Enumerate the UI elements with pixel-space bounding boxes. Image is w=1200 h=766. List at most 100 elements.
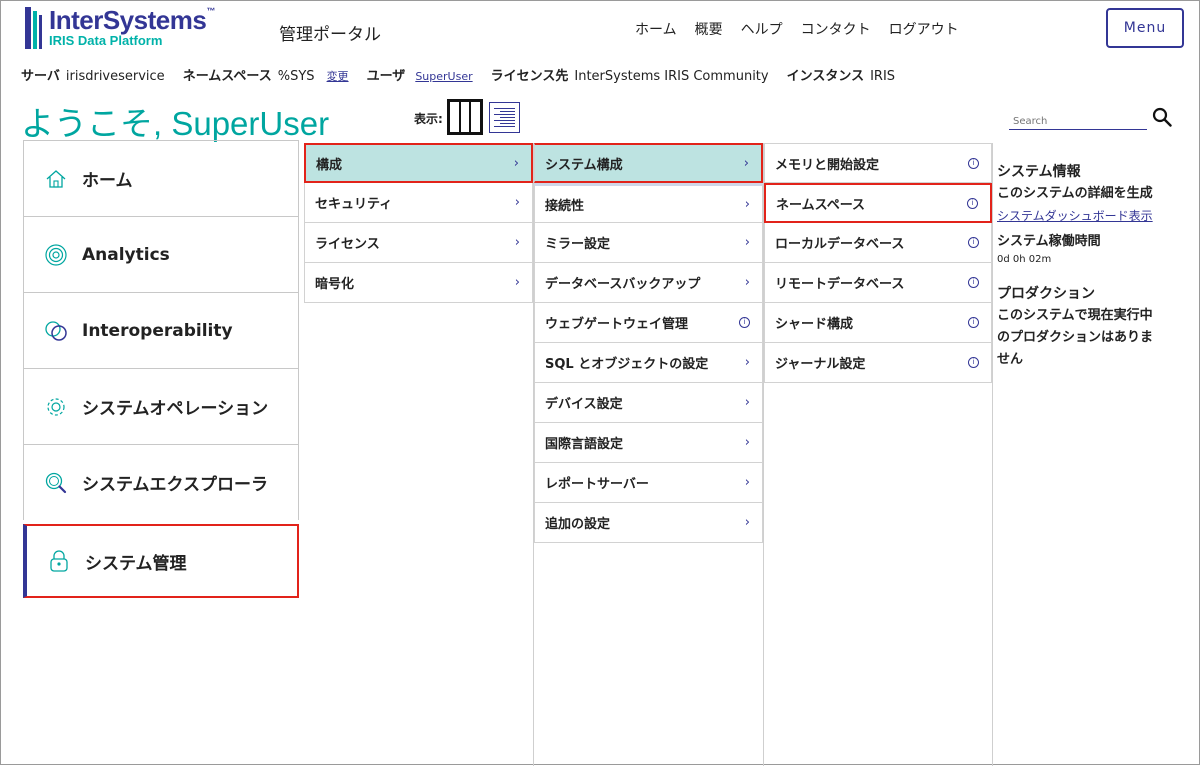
menu-item-mirror-settings[interactable]: ミラー設定 ›: [534, 223, 763, 263]
chevron-right-icon: ›: [744, 435, 750, 450]
info-icon: i: [968, 157, 979, 169]
uptime-title: システム稼働時間: [997, 234, 1101, 249]
leftnav-item-system-operation[interactable]: システムオペレーション: [23, 368, 299, 444]
logo-name: InterSystems: [49, 5, 207, 35]
server-value: irisdriveservice: [65, 69, 165, 84]
menu-item-web-gateway[interactable]: ウェブゲートウェイ管理 i: [534, 303, 763, 343]
leftnav-label: Interoperability: [82, 320, 233, 341]
menu-item-memory-startup[interactable]: メモリと開始設定 i: [764, 143, 992, 183]
info-bar: サーバ irisdriveservice ネームスペース %SYS 変更 ユーザ…: [21, 65, 913, 84]
menu-item-configuration[interactable]: 構成 ›: [304, 143, 533, 183]
menu-item-sql-object-settings[interactable]: SQL とオブジェクトの設定 ›: [534, 343, 763, 383]
logo-trademark: ™: [206, 6, 215, 16]
info-icon: i: [968, 317, 979, 328]
sysinfo-text: このシステムの詳細を生成: [997, 186, 1153, 201]
search-box: [1009, 109, 1155, 130]
leftnav-item-analytics[interactable]: Analytics: [23, 216, 299, 292]
search-icon[interactable]: [1152, 107, 1172, 127]
analytics-icon: [44, 243, 68, 267]
menu-item-database-backup[interactable]: データベースバックアップ ›: [534, 263, 763, 303]
home-icon: [44, 167, 68, 191]
menu-item-additional-settings[interactable]: 追加の設定 ›: [534, 503, 763, 543]
change-namespace-link[interactable]: 変更: [327, 68, 349, 84]
production-text: このシステムで現在実行中のプロダクションはありません: [997, 308, 1154, 367]
leftnav-label: システムエクスプローラ: [82, 475, 268, 495]
nav-about-link[interactable]: 概要: [695, 19, 723, 39]
namespace-value: %SYS: [277, 69, 315, 84]
chevron-right-icon: ›: [743, 155, 749, 171]
license-label: ライセンス先: [490, 69, 569, 84]
chevron-right-icon: ›: [744, 395, 750, 410]
nav-home-link[interactable]: ホーム: [635, 19, 677, 39]
menu-column-3: メモリと開始設定 i ネームスペース i ローカルデータベース i リモートデータベー…: [764, 143, 992, 383]
sysinfo-title: システム情報: [997, 164, 1081, 180]
chevron-right-icon: ›: [514, 235, 520, 250]
search-input[interactable]: [1009, 114, 1155, 129]
info-icon: i: [968, 237, 979, 248]
instance-value: IRIS: [870, 69, 896, 84]
gear-icon: [44, 395, 68, 419]
chevron-right-icon: ›: [513, 155, 519, 171]
menu-item-remote-databases[interactable]: リモートデータベース i: [764, 263, 992, 303]
license-value: InterSystems IRIS Community: [574, 69, 769, 84]
user-label: ユーザ: [366, 69, 406, 84]
info-icon: i: [739, 317, 750, 328]
lock-icon: [47, 549, 71, 573]
explorer-icon: [44, 471, 68, 495]
info-icon: i: [968, 277, 979, 288]
list-view-icon[interactable]: [489, 102, 520, 133]
menu-item-security[interactable]: セキュリティ ›: [304, 183, 533, 223]
chevron-right-icon: ›: [514, 195, 520, 210]
interoperability-icon: [44, 319, 68, 343]
menu-item-shard-configuration[interactable]: シャード構成 i: [764, 303, 992, 343]
menu-item-system-configuration[interactable]: システム構成 ›: [534, 143, 763, 183]
portal-title: 管理ポータル: [279, 25, 381, 45]
logo-mark-icon: [25, 7, 45, 49]
menu-item-local-databases[interactable]: ローカルデータベース i: [764, 223, 992, 263]
leftnav-label: システム管理: [85, 553, 187, 574]
menu-item-connectivity[interactable]: 接続性 ›: [534, 183, 763, 223]
menu-button[interactable]: Menu: [1106, 8, 1184, 48]
nav-contact-link[interactable]: コンタクト: [801, 19, 871, 39]
chevron-right-icon: ›: [744, 515, 750, 530]
menu-column-1: 構成 › セキュリティ › ライセンス › 暗号化 ›: [304, 143, 533, 303]
leftnav-label: ホーム: [82, 171, 133, 191]
nav-help-link[interactable]: ヘルプ: [741, 19, 783, 39]
production-title: プロダクション: [997, 286, 1095, 302]
menu-item-journal-settings[interactable]: ジャーナル設定 i: [764, 343, 992, 383]
leftnav-item-system-explorer[interactable]: システムエクスプローラ: [23, 444, 299, 520]
intersystems-logo[interactable]: InterSystems™ IRIS Data Platform: [25, 7, 225, 51]
left-nav: ホーム Analytics Interoperability システムオペレーシ…: [23, 140, 299, 598]
menu-item-license[interactable]: ライセンス ›: [304, 223, 533, 263]
columns-view-icon[interactable]: [447, 99, 483, 135]
chevron-right-icon: ›: [744, 196, 750, 212]
leftnav-label: Analytics: [82, 244, 170, 265]
top-nav: ホーム 概要 ヘルプ コンタクト ログアウト: [635, 19, 959, 39]
leftnav-item-interoperability[interactable]: Interoperability: [23, 292, 299, 368]
leftnav-item-home[interactable]: ホーム: [23, 140, 299, 216]
menu-item-namespaces[interactable]: ネームスペース i: [764, 183, 992, 223]
instance-label: インスタンス: [786, 69, 865, 84]
column-divider: [992, 143, 993, 766]
chevron-right-icon: ›: [744, 475, 750, 490]
user-link[interactable]: SuperUser: [415, 70, 472, 83]
menu-item-encryption[interactable]: 暗号化 ›: [304, 263, 533, 303]
chevron-right-icon: ›: [744, 275, 750, 290]
nav-logout-link[interactable]: ログアウト: [889, 19, 959, 39]
namespace-label: ネームスペース: [182, 69, 272, 84]
logo-subtitle: IRIS Data Platform: [49, 33, 163, 48]
menu-item-nls-settings[interactable]: 国際言語設定 ›: [534, 423, 763, 463]
menu-item-device-settings[interactable]: デバイス設定 ›: [534, 383, 763, 423]
leftnav-item-system-administration[interactable]: システム管理: [23, 524, 299, 598]
leftnav-label: システムオペレーション: [82, 399, 269, 419]
system-info-panel: システム情報 このシステムの詳細を生成 システムダッシュボード表示 システム稼働…: [997, 161, 1177, 371]
server-label: サーバ: [21, 69, 60, 84]
menu-column-2: システム構成 › 接続性 › ミラー設定 › データベースバックアップ › ウェブゲート…: [534, 143, 763, 543]
uptime-value: 0d 0h 02m: [997, 254, 1052, 265]
system-dashboard-link[interactable]: システムダッシュボード表示: [997, 205, 1177, 227]
chevron-right-icon: ›: [744, 355, 750, 370]
chevron-right-icon: ›: [744, 235, 750, 250]
menu-item-report-server[interactable]: レポートサーバー ›: [534, 463, 763, 503]
welcome-title: ようこそ, SuperUser: [21, 105, 330, 142]
view-label: 表示:: [414, 112, 443, 126]
